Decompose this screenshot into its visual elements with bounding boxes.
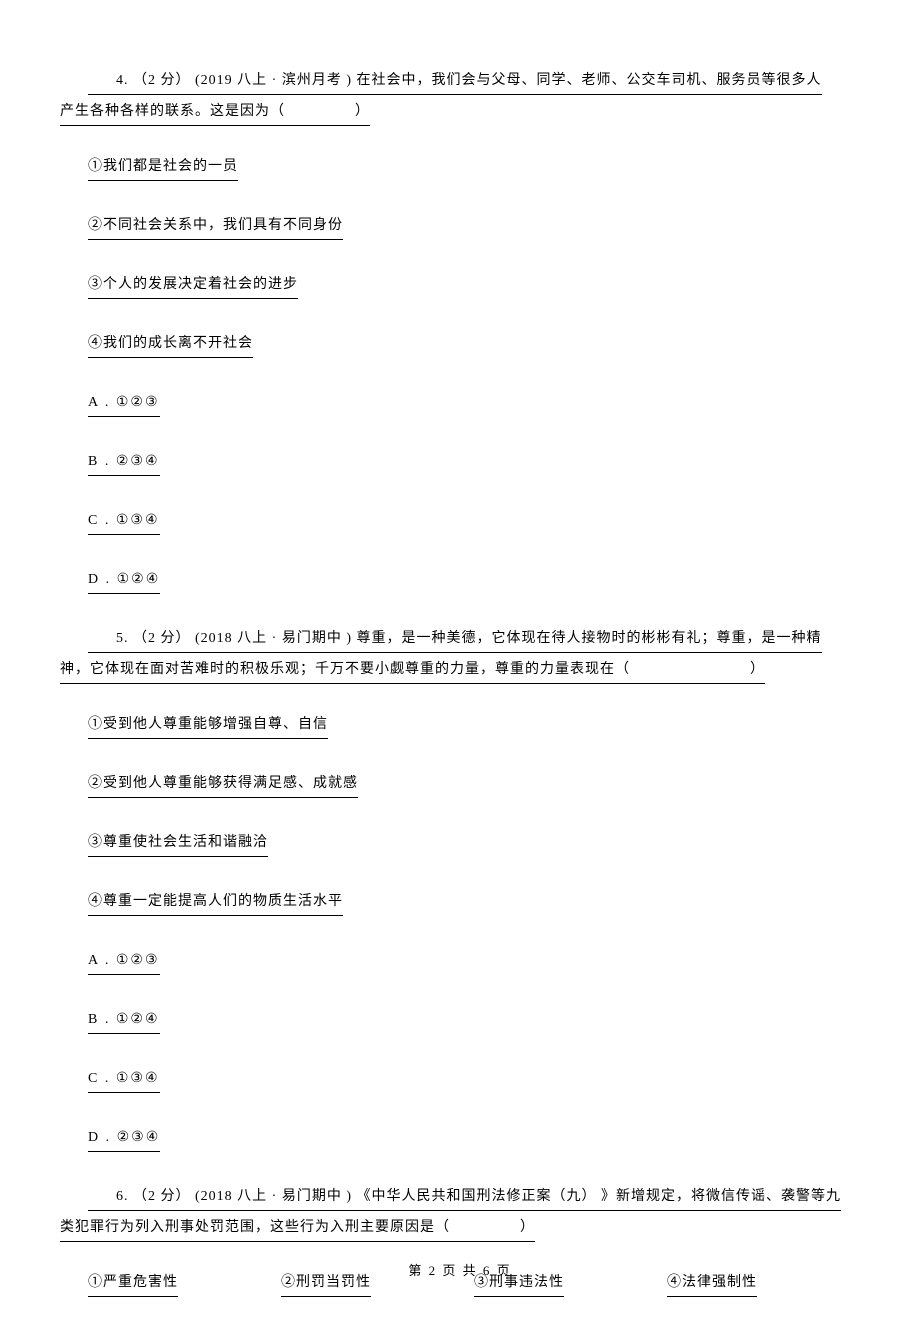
q4-stem-line2: 产生各种各样的联系。这是因为（ ） bbox=[60, 101, 860, 122]
q4-source: (2019 八上 · 滨州月考 ) bbox=[195, 73, 352, 88]
q4-option-d: D . ①②④ bbox=[88, 569, 860, 590]
q5-option-d: D . ②③④ bbox=[88, 1127, 860, 1148]
q5-points: （2 分） bbox=[133, 631, 191, 646]
q5-statement-4: ④尊重一定能提高人们的物质生活水平 bbox=[88, 891, 860, 912]
page-footer: 第 2 页 共 6 页 bbox=[0, 1260, 920, 1279]
q4-statement-2: ②不同社会关系中，我们具有不同身份 bbox=[88, 215, 860, 236]
q6-stem-line1: 6. （2 分） (2018 八上 · 易门期中 ) 《中华人民共和国刑法修正案… bbox=[60, 1186, 860, 1207]
q5-option-a: A . ①②③ bbox=[88, 950, 860, 971]
q4-statement-3: ③个人的发展决定着社会的进步 bbox=[88, 274, 860, 295]
q5-statement-3: ③尊重使社会生活和谐融洽 bbox=[88, 832, 860, 853]
q4-stem-line1: 4. （2 分） (2019 八上 · 滨州月考 ) 在社会中，我们会与父母、同… bbox=[60, 70, 860, 91]
q6-stem3: ） bbox=[520, 1220, 535, 1235]
q5-number: 5. bbox=[116, 631, 129, 646]
q6-source: (2018 八上 · 易门期中 ) bbox=[195, 1189, 352, 1204]
q5-stem: 尊重，是一种美德，它体现在待人接物时的彬彬有礼；尊重，是一种精 bbox=[357, 631, 822, 646]
q4-stem: 在社会中，我们会与父母、同学、老师、公交车司机、服务员等很多人 bbox=[357, 73, 822, 88]
q5-option-c: C . ①③④ bbox=[88, 1068, 860, 1089]
q4-stem3: ） bbox=[355, 104, 370, 119]
q6-stem2: 类犯罪行为列入刑事处罚范围，这些行为入刑主要原因是（ bbox=[60, 1220, 450, 1235]
q5-stem-line2: 神，它体现在面对苦难时的积极乐观；千万不要小觑尊重的力量，尊重的力量表现在（ ） bbox=[60, 659, 860, 680]
q5-option-b: B . ①②④ bbox=[88, 1009, 860, 1030]
q4-number: 4. bbox=[116, 73, 129, 88]
q6-number: 6. bbox=[116, 1189, 129, 1204]
q5-stem2: 神，它体现在面对苦难时的积极乐观；千万不要小觑尊重的力量，尊重的力量表现在（ bbox=[60, 662, 630, 677]
q6-stem: 《中华人民共和国刑法修正案（九） 》新增规定，将微信传谣、袭警等九 bbox=[357, 1189, 842, 1204]
q4-points: （2 分） bbox=[133, 73, 191, 88]
q4-stem2: 产生各种各样的联系。这是因为（ bbox=[60, 104, 285, 119]
q6-points: （2 分） bbox=[133, 1189, 191, 1204]
q5-stem3: ） bbox=[750, 662, 765, 677]
page-content: 4. （2 分） (2019 八上 · 滨州月考 ) 在社会中，我们会与父母、同… bbox=[0, 0, 920, 1343]
q4-option-b: B . ②③④ bbox=[88, 451, 860, 472]
q4-option-a: A . ①②③ bbox=[88, 392, 860, 413]
q5-stem-line1: 5. （2 分） (2018 八上 · 易门期中 ) 尊重，是一种美德，它体现在… bbox=[60, 628, 860, 649]
q4-option-c: C . ①③④ bbox=[88, 510, 860, 531]
q5-statement-1: ①受到他人尊重能够增强自尊、自信 bbox=[88, 714, 860, 735]
q4-statement-4: ④我们的成长离不开社会 bbox=[88, 333, 860, 354]
q5-statement-2: ②受到他人尊重能够获得满足感、成就感 bbox=[88, 773, 860, 794]
q6-stem-line2: 类犯罪行为列入刑事处罚范围，这些行为入刑主要原因是（ ） bbox=[60, 1217, 860, 1238]
q5-source: (2018 八上 · 易门期中 ) bbox=[195, 631, 352, 646]
q4-statement-1: ①我们都是社会的一员 bbox=[88, 156, 860, 177]
